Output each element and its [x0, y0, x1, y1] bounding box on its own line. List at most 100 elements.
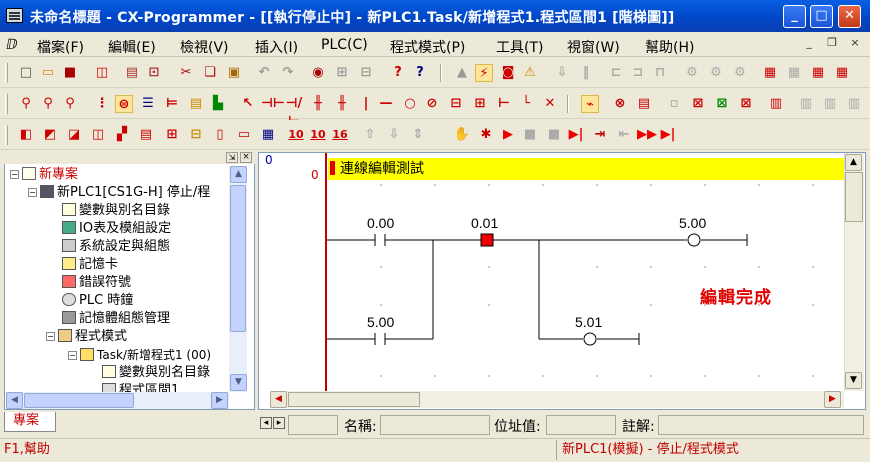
list-icon[interactable]: ☰	[139, 95, 157, 113]
symbol-icon[interactable]: ▙	[209, 95, 227, 113]
menu-insert[interactable]: 插入(I)	[255, 37, 298, 57]
toolbar-grip[interactable]	[5, 63, 8, 83]
grid-icon[interactable]: ⋮	[93, 95, 111, 113]
menu-help[interactable]: 幫助(H)	[645, 37, 694, 57]
panel-pin-icon[interactable]: ⇲	[226, 152, 238, 163]
disabled-icon-3[interactable]: ▥	[845, 95, 863, 113]
or-no-icon[interactable]: ╫	[309, 95, 327, 113]
tree-scroll-thumb[interactable]	[230, 185, 246, 332]
print-preview-icon[interactable]: ⊡	[145, 64, 163, 82]
mdi-close-button[interactable]: ×	[846, 36, 864, 52]
mdi-icon[interactable]: ⅅ	[6, 37, 17, 53]
address-reference-icon[interactable]: ◫	[89, 126, 107, 144]
menu-edit[interactable]: 編輯(E)	[108, 37, 156, 57]
up-differentiate-icon[interactable]: ⊞	[471, 95, 489, 113]
set-icon[interactable]: ▫	[665, 95, 683, 113]
tree-item-memory-allocation[interactable]: 記憶體組態管理	[62, 310, 170, 328]
coil-nc-icon[interactable]: ⊘	[423, 95, 441, 113]
tree-item-memory-card[interactable]: 記憶卡	[62, 256, 118, 274]
print-icon[interactable]: ▤	[123, 64, 141, 82]
ladder-icon[interactable]: ⊟	[187, 126, 205, 144]
compare-icon[interactable]: ⊏	[607, 64, 625, 82]
hand-icon[interactable]: ✋	[453, 126, 471, 144]
copy-icon[interactable]: ❏	[201, 64, 219, 82]
editor-hscroll-thumb[interactable]	[288, 392, 420, 407]
mnemonic-icon[interactable]: ▤	[187, 95, 205, 113]
tree-item-plc-clock[interactable]: PLC 時鐘	[62, 292, 133, 310]
save-icon[interactable]: ■	[61, 64, 79, 82]
local-symbols-icon[interactable]: ▭	[235, 126, 253, 144]
watch-window-icon[interactable]: ◪	[65, 126, 83, 144]
or-nc-icon[interactable]: ╫	[333, 95, 351, 113]
download-icon[interactable]: ⇩	[553, 64, 571, 82]
editor-scroll-up-button[interactable]: ▲	[845, 154, 862, 171]
mnemonic-view-icon[interactable]: ▯	[211, 126, 229, 144]
pane-restore-icon[interactable]: ◂	[260, 417, 272, 429]
menu-file[interactable]: 檔案(F)	[37, 37, 84, 57]
menu-plc[interactable]: PLC(C)	[321, 37, 368, 53]
scroll-left-button[interactable]: ◀	[6, 392, 23, 409]
coil-5-01[interactable]	[583, 332, 597, 346]
tab-project[interactable]: 專案	[4, 412, 56, 432]
tree-item-io-table[interactable]: IO表及模組設定	[62, 220, 171, 238]
editor-scroll-left-button[interactable]: ◀	[270, 391, 287, 408]
tree-plc[interactable]: − 新PLC1[CS1G-H] 停止/程	[28, 184, 210, 202]
continuous-step-icon[interactable]: ▶▶	[637, 126, 657, 144]
find-icon[interactable]: ◉	[309, 64, 327, 82]
redo-icon[interactable]: ↷	[279, 64, 297, 82]
zoom-out-icon[interactable]: ⚲	[61, 95, 79, 113]
hex-16-button[interactable]: 16	[331, 126, 349, 144]
contact-0-01-selected[interactable]	[480, 233, 494, 247]
find-replace-icon[interactable]: ⊞	[333, 64, 351, 82]
properties-icon[interactable]: ▞	[113, 126, 131, 144]
change-value-icon[interactable]: ⊠	[737, 95, 755, 113]
menu-window[interactable]: 視窗(W)	[567, 37, 620, 57]
editor-scroll-down-button[interactable]: ▼	[845, 372, 862, 389]
break-icon[interactable]: ✱	[477, 126, 495, 144]
online-edit-cancel-icon[interactable]: ⊗	[611, 95, 629, 113]
undo-icon[interactable]: ↶	[255, 64, 273, 82]
step-in-icon[interactable]: ⇥	[591, 126, 609, 144]
scroll-down-button[interactable]: ▼	[230, 374, 247, 391]
tree-item-local-symbols[interactable]: 變數與別名目錄	[102, 364, 210, 382]
collapse-icon[interactable]: −	[46, 332, 55, 341]
scroll-up-button[interactable]: ▲	[230, 166, 247, 183]
symbol-table-icon[interactable]: ⊞	[163, 126, 181, 144]
tree-root[interactable]: − 新專案	[10, 166, 78, 184]
tree-item-programs[interactable]: − 程式模式	[46, 328, 127, 346]
transfer-icon[interactable]: ⊐	[629, 64, 647, 82]
disabled-icon-1[interactable]: ▥	[797, 95, 815, 113]
protect-icon[interactable]: ⊓	[651, 64, 669, 82]
global-symbols-icon[interactable]: ▦	[259, 126, 277, 144]
step-out-icon[interactable]: ⇤	[615, 126, 633, 144]
decimal-10-button[interactable]: 10	[287, 126, 305, 144]
scroll-right-button[interactable]: ▶	[211, 392, 228, 409]
zoom-icon[interactable]: ⚲	[39, 95, 57, 113]
reset-icon[interactable]: ⊠	[689, 95, 707, 113]
online-icon[interactable]: ⚡	[475, 64, 493, 82]
pane-expand-icon[interactable]: ▸	[273, 417, 285, 429]
delete-line-icon[interactable]: ✕	[541, 95, 559, 113]
name-field[interactable]	[380, 415, 490, 435]
tree-item-section[interactable]: 程式區間1	[102, 382, 179, 392]
stop-icon[interactable]: ■	[521, 126, 539, 144]
tree-item-error-log[interactable]: 錯誤符號	[62, 274, 131, 292]
coil-icon[interactable]: ○	[401, 95, 419, 113]
project-window-icon[interactable]: ◧	[17, 126, 35, 144]
instruction-icon[interactable]: ⊟	[447, 95, 465, 113]
menu-view[interactable]: 檢視(V)	[180, 37, 229, 57]
cut-icon[interactable]: ✂	[177, 64, 195, 82]
collapse-icon[interactable]: −	[68, 351, 77, 360]
pause-icon[interactable]: ‖	[577, 64, 595, 82]
scan-run-icon[interactable]: ▶|	[659, 126, 677, 144]
diff3-icon[interactable]: ▦	[809, 64, 827, 82]
upload-icon[interactable]: ⇧	[361, 126, 379, 144]
minimize-button[interactable]: _	[783, 5, 806, 28]
mdi-restore-button[interactable]: ❐	[823, 36, 841, 52]
close-button[interactable]: ✕	[838, 5, 861, 28]
force-off-icon[interactable]: ⚙	[707, 64, 725, 82]
line-icon[interactable]: └	[517, 95, 535, 113]
cross-reference-icon[interactable]: ▤	[137, 126, 155, 144]
up-icon[interactable]: ▲	[453, 64, 471, 82]
tree-hscroll-thumb[interactable]	[24, 393, 134, 408]
